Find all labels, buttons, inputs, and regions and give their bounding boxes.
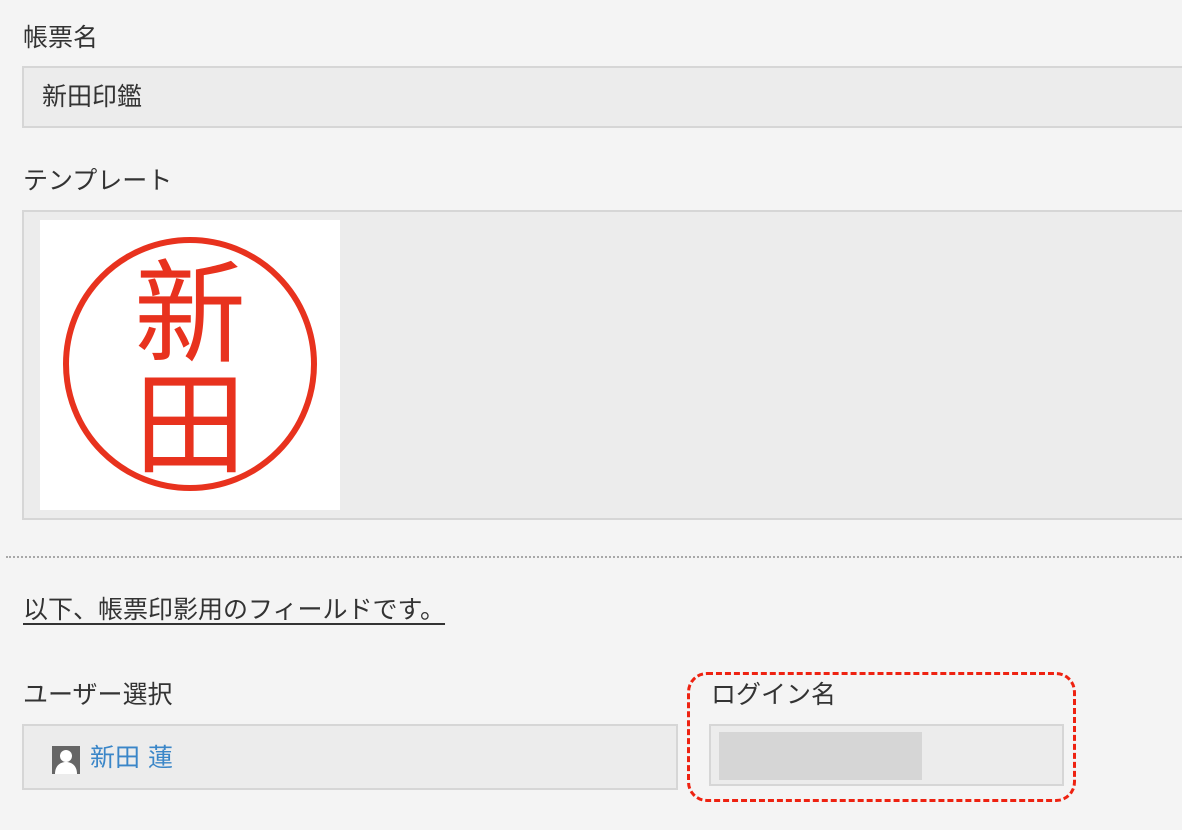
seal-stamp-image: 新 田: [40, 220, 340, 510]
doc-name-field: 新田印鑑: [22, 66, 1182, 128]
user-select-field: 新田 蓮: [22, 724, 678, 790]
seal-stamp-graphic: 新 田: [63, 237, 317, 491]
login-name-field: [709, 724, 1064, 786]
login-name-redacted-value: [719, 732, 922, 780]
section-divider: [6, 556, 1182, 558]
user-name-link[interactable]: 新田 蓮: [90, 743, 173, 773]
login-name-label: ログイン名: [711, 680, 837, 709]
user-avatar-icon: [52, 746, 80, 774]
section-note: 以下、帳票印影用のフィールドです。: [23, 595, 446, 624]
template-label: テンプレート: [23, 166, 173, 195]
seal-char-2: 田: [134, 361, 246, 491]
doc-name-value: 新田印鑑: [42, 82, 143, 111]
template-field: 新 田: [22, 210, 1182, 520]
user-select-label: ユーザー選択: [23, 680, 173, 709]
doc-name-label: 帳票名: [23, 23, 99, 52]
